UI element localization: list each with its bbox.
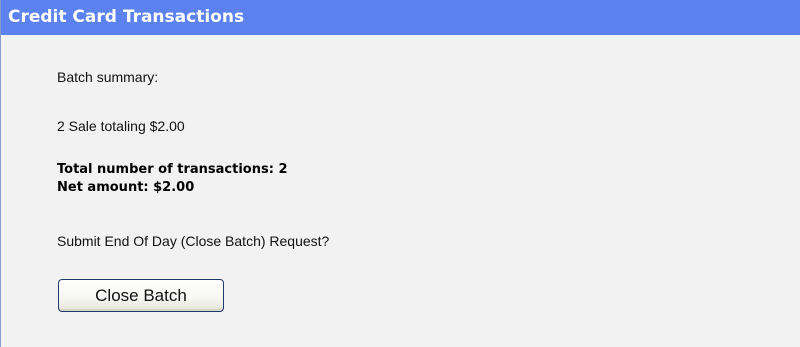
net-amount-text: Net amount: $2.00 — [57, 180, 195, 195]
batch-summary-heading: Batch summary: — [57, 69, 159, 85]
close-batch-button[interactable]: Close Batch — [58, 279, 224, 312]
panel-title: Credit Card Transactions — [1, 0, 800, 35]
sale-summary-line: 2 Sale totaling $2.00 — [57, 118, 185, 134]
total-transactions-text: Total number of transactions: 2 — [57, 162, 288, 177]
close-batch-prompt: Submit End Of Day (Close Batch) Request? — [57, 233, 330, 249]
credit-card-transactions-panel: Credit Card Transactions Batch summary: … — [0, 0, 800, 347]
